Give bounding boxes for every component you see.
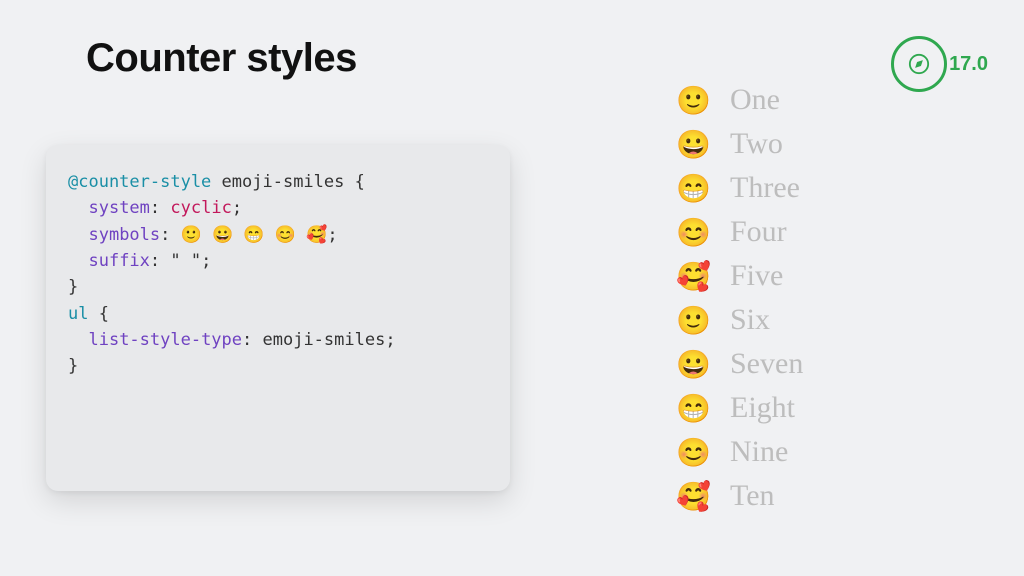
version-badge: 17.0: [891, 36, 988, 92]
list-item: 🙂 Six: [676, 298, 803, 342]
list-item: 😁 Three: [676, 166, 803, 210]
list-item-label: Seven: [730, 347, 803, 381]
list-marker-icon: 😁: [676, 172, 720, 205]
list-item-label: Six: [730, 303, 770, 337]
list-marker-icon: 🥰: [676, 260, 720, 293]
list-marker-icon: 🙂: [676, 304, 720, 337]
list-item: 😊 Four: [676, 210, 803, 254]
code-brace: {: [355, 172, 365, 192]
list-item-label: One: [730, 83, 780, 117]
list-item-label: Four: [730, 215, 787, 249]
code-brace: }: [68, 277, 78, 297]
list-marker-icon: 😀: [676, 348, 720, 381]
list-item-label: Ten: [730, 479, 775, 513]
list-item: 🥰 Ten: [676, 474, 803, 518]
version-number: 17.0: [949, 53, 988, 76]
compass-icon: [891, 36, 947, 92]
list-item: 😀 Two: [676, 122, 803, 166]
code-val-liststyle: emoji-smiles: [263, 330, 386, 350]
page-title: Counter styles: [86, 36, 357, 81]
code-prop-suffix: suffix: [88, 251, 149, 271]
list-marker-icon: 🥰: [676, 480, 720, 513]
list-item: 😀 Seven: [676, 342, 803, 386]
list-item-label: Nine: [730, 435, 788, 469]
list-marker-icon: 😁: [676, 392, 720, 425]
list-item-label: Eight: [730, 391, 795, 425]
code-prop-liststyle: list-style-type: [88, 330, 242, 350]
list-item: 😊 Nine: [676, 430, 803, 474]
list-marker-icon: 😊: [676, 436, 720, 469]
list-marker-icon: 🙂: [676, 84, 720, 117]
example-list: 🙂 One 😀 Two 😁 Three 😊 Four 🥰 Five 🙂 Six 😀 Seven…: [676, 78, 803, 518]
code-rule-name: emoji-smiles: [222, 172, 345, 192]
code-val-symbols: 🙂 😀 😁 😊 🥰: [181, 225, 328, 245]
list-item-label: Three: [730, 171, 800, 205]
code-prop-system: system: [88, 198, 149, 218]
code-prop-symbols: symbols: [88, 225, 160, 245]
code-val-system: cyclic: [170, 198, 231, 218]
list-item: 🙂 One: [676, 78, 803, 122]
code-brace: }: [68, 356, 78, 376]
list-marker-icon: 😀: [676, 128, 720, 161]
list-item-label: Two: [730, 127, 783, 161]
code-selector: ul: [68, 304, 88, 324]
list-item-label: Five: [730, 259, 783, 293]
list-item: 😁 Eight: [676, 386, 803, 430]
code-brace: {: [99, 304, 109, 324]
code-block: @counter-style emoji-smiles { system: cy…: [46, 145, 510, 491]
code-val-suffix: " ": [170, 251, 201, 271]
code-at-rule: @counter-style: [68, 172, 211, 192]
list-marker-icon: 😊: [676, 216, 720, 249]
list-item: 🥰 Five: [676, 254, 803, 298]
